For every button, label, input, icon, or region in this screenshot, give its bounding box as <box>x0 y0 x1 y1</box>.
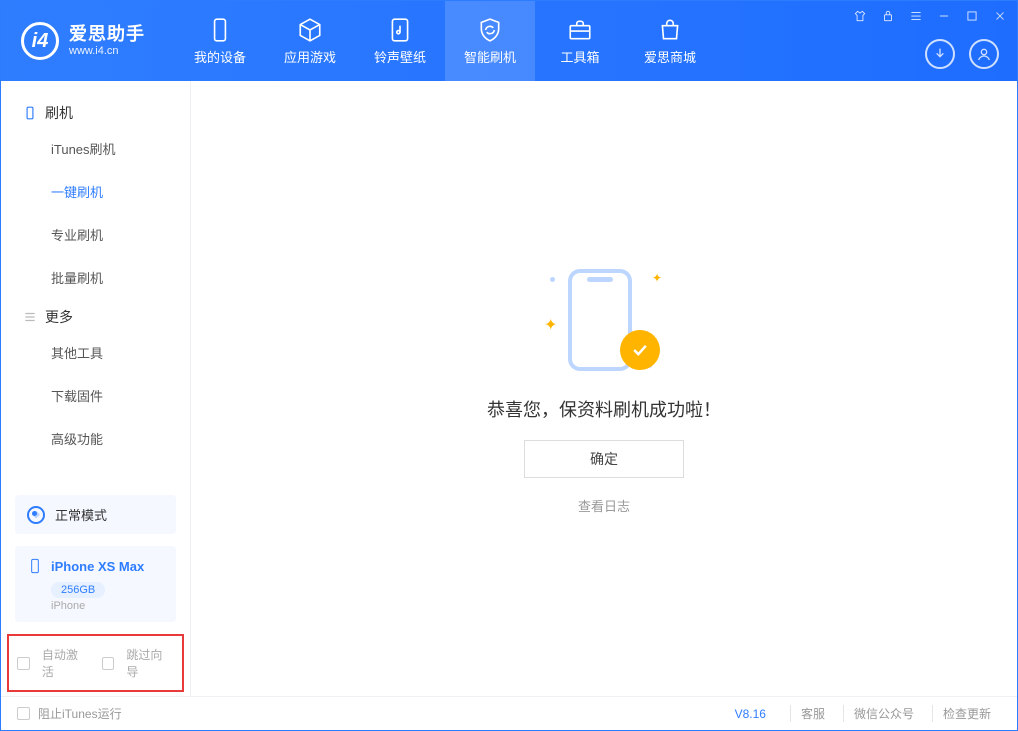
ok-button[interactable]: 确定 <box>524 440 684 478</box>
cube-icon <box>297 17 323 43</box>
sidebar-item-batch-flash[interactable]: 批量刷机 <box>1 256 190 299</box>
sparkle-icon: ✦ <box>544 315 557 335</box>
footer-link-update[interactable]: 检查更新 <box>932 705 1001 722</box>
sidebar-item-other-tools[interactable]: 其他工具 <box>1 331 190 374</box>
option-auto-activate-label: 自动激活 <box>42 646 90 680</box>
top-nav: 我的设备 应用游戏 铃声壁纸 智能刷机 工具箱 爱思商城 <box>175 1 715 81</box>
nav-label: 智能刷机 <box>464 47 516 66</box>
music-file-icon <box>387 17 413 43</box>
refresh-shield-icon <box>477 17 503 43</box>
download-button[interactable] <box>925 39 955 69</box>
logo: i4 爱思助手 www.i4.cn <box>1 22 165 60</box>
footer-link-service[interactable]: 客服 <box>790 705 835 722</box>
maximize-icon[interactable] <box>965 9 979 23</box>
device-type: iPhone <box>51 600 164 612</box>
sidebar-group-label: 刷机 <box>45 103 73 123</box>
success-message: 恭喜您，保资料刷机成功啦！ <box>487 396 721 422</box>
app-window: i4 爱思助手 www.i4.cn 我的设备 应用游戏 铃声壁纸 智能刷机 <box>0 0 1018 731</box>
options-highlight-box: 自动激活 跳过向导 <box>7 634 184 692</box>
device-capacity: 256GB <box>51 582 105 598</box>
sidebar-item-firmware[interactable]: 下载固件 <box>1 374 190 417</box>
sidebar-item-oneclick-flash[interactable]: 一键刷机 <box>1 170 190 213</box>
device-name: iPhone XS Max <box>51 559 144 574</box>
device-icon <box>23 105 37 121</box>
close-icon[interactable] <box>993 9 1007 23</box>
main-content: ✦ ✦ 恭喜您，保资料刷机成功啦！ 确定 查看日志 <box>191 81 1017 696</box>
sidebar-item-pro-flash[interactable]: 专业刷机 <box>1 213 190 256</box>
logo-icon: i4 <box>21 22 59 60</box>
nav-store[interactable]: 爱思商城 <box>625 1 715 81</box>
toolbox-icon <box>567 17 593 43</box>
block-itunes-label: 阻止iTunes运行 <box>38 705 122 722</box>
sidebar-group-more: 更多 <box>1 299 190 331</box>
success-illustration: ✦ ✦ <box>544 263 664 378</box>
minimize-icon[interactable] <box>937 9 951 23</box>
view-log-link[interactable]: 查看日志 <box>578 496 630 515</box>
nav-my-device[interactable]: 我的设备 <box>175 1 265 81</box>
footer-link-wechat[interactable]: 微信公众号 <box>843 705 924 722</box>
nav-label: 我的设备 <box>194 47 246 66</box>
nav-label: 工具箱 <box>560 47 599 66</box>
app-title: 爱思助手 <box>69 25 145 45</box>
list-icon <box>23 309 37 325</box>
nav-label: 应用游戏 <box>284 47 336 66</box>
nav-label: 铃声壁纸 <box>374 47 426 66</box>
body: 刷机 iTunes刷机 一键刷机 专业刷机 批量刷机 更多 其他工具 下载固件 … <box>1 81 1017 696</box>
sidebar-item-itunes-flash[interactable]: iTunes刷机 <box>1 127 190 170</box>
checkbox-auto-activate[interactable] <box>17 657 30 670</box>
nav-ringtones[interactable]: 铃声壁纸 <box>355 1 445 81</box>
sidebar: 刷机 iTunes刷机 一键刷机 专业刷机 批量刷机 更多 其他工具 下载固件 … <box>1 81 191 696</box>
footer: 阻止iTunes运行 V8.16 客服 微信公众号 检查更新 <box>1 696 1017 730</box>
app-subtitle: www.i4.cn <box>69 45 145 57</box>
option-skip-guide-label: 跳过向导 <box>126 646 174 680</box>
header: i4 爱思助手 www.i4.cn 我的设备 应用游戏 铃声壁纸 智能刷机 <box>1 1 1017 81</box>
phone-icon <box>207 17 233 43</box>
checkbox-skip-guide[interactable] <box>102 657 115 670</box>
mode-label: 正常模式 <box>55 505 107 524</box>
dot-icon <box>550 277 555 282</box>
bag-icon <box>657 17 683 43</box>
sparkle-icon: ✦ <box>652 271 662 285</box>
menu-icon[interactable] <box>909 9 923 23</box>
window-controls <box>853 9 1007 23</box>
mode-card[interactable]: 正常模式 <box>15 495 176 534</box>
header-buttons <box>925 39 999 69</box>
user-button[interactable] <box>969 39 999 69</box>
lock-icon[interactable] <box>881 9 895 23</box>
nav-smart-flash[interactable]: 智能刷机 <box>445 1 535 81</box>
shirt-icon[interactable] <box>853 9 867 23</box>
nav-label: 爱思商城 <box>644 47 696 66</box>
sidebar-group-label: 更多 <box>45 307 73 327</box>
nav-toolbox[interactable]: 工具箱 <box>535 1 625 81</box>
sidebar-group-flash: 刷机 <box>1 95 190 127</box>
version-label: V8.16 <box>735 707 766 721</box>
checkbox-block-itunes[interactable] <box>17 707 30 720</box>
device-icon <box>27 556 43 576</box>
mode-icon <box>27 506 45 524</box>
check-badge-icon <box>620 330 660 370</box>
sidebar-item-advanced[interactable]: 高级功能 <box>1 417 190 460</box>
nav-apps[interactable]: 应用游戏 <box>265 1 355 81</box>
device-card[interactable]: iPhone XS Max 256GB iPhone <box>15 546 176 622</box>
